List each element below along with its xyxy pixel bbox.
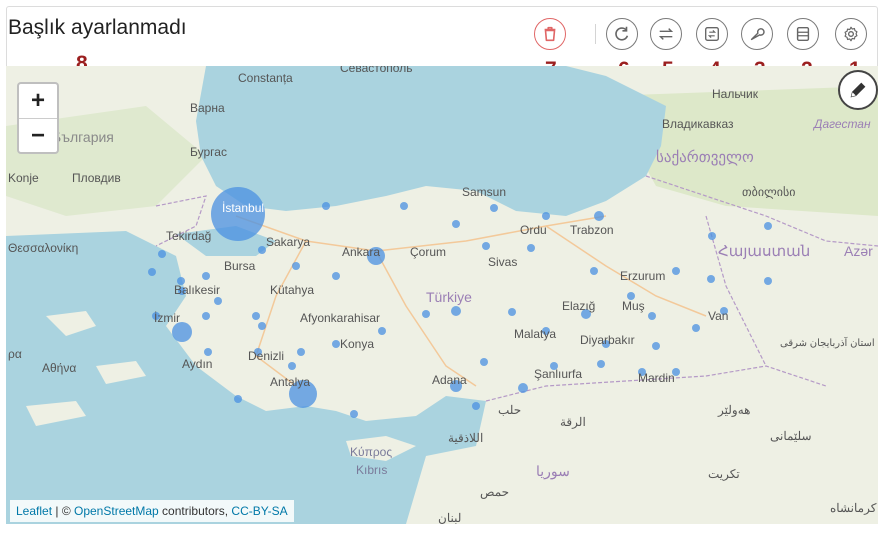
label-antalya: Antalya bbox=[270, 375, 310, 389]
settings-button[interactable] bbox=[835, 18, 867, 50]
zoom-control: + − bbox=[17, 82, 59, 154]
label-turkiye: Türkiye bbox=[426, 289, 472, 305]
label-nalchik: Нальчик bbox=[712, 87, 759, 101]
label-homs: حمص bbox=[480, 485, 509, 499]
list-icon bbox=[796, 26, 810, 42]
label-halab: حلب bbox=[498, 403, 521, 417]
label-diyarbakir: Diyarbakır bbox=[580, 333, 635, 347]
label-denizli: Denizli bbox=[248, 349, 284, 363]
label-istanbul: İstanbul bbox=[222, 201, 264, 215]
label-georgia: საქართველო bbox=[656, 149, 754, 166]
label-raqqa: الرقة bbox=[560, 415, 586, 429]
label-sevastopol: Севастополь bbox=[340, 66, 412, 75]
trash-icon bbox=[544, 26, 556, 42]
label-ankara: Ankara bbox=[342, 245, 380, 259]
list-button[interactable] bbox=[787, 18, 819, 50]
label-mardin: Mardin bbox=[638, 371, 675, 385]
swap-icon bbox=[658, 28, 674, 40]
label-ordu: Ordu bbox=[520, 223, 547, 237]
label-sakarya: Sakarya bbox=[266, 235, 310, 249]
label-erzurum: Erzurum bbox=[620, 269, 665, 283]
wrench-icon bbox=[750, 28, 765, 41]
swap-button[interactable] bbox=[650, 18, 682, 50]
label-varna: Варна bbox=[190, 101, 225, 115]
label-samsun: Samsun bbox=[462, 185, 506, 199]
label-van: Van bbox=[708, 309, 728, 323]
pencil-icon bbox=[850, 82, 866, 98]
label-athina: Αθήνα bbox=[42, 361, 76, 375]
label-izmir: İzmir bbox=[154, 311, 180, 325]
bubble-izmir bbox=[172, 322, 192, 342]
refresh-button[interactable] bbox=[606, 18, 638, 50]
panel-footer bbox=[6, 524, 878, 534]
label-balikesir: Balıkesir bbox=[174, 283, 220, 297]
attribution-contributors: contributors, bbox=[158, 504, 232, 518]
label-corum: Çorum bbox=[410, 245, 446, 259]
label-kutahya: Kütahya bbox=[270, 283, 314, 297]
draw-button[interactable] bbox=[838, 70, 878, 110]
label-hewler: هەولێر bbox=[717, 403, 750, 417]
label-sanliurfa: Şanlıurfa bbox=[534, 367, 582, 381]
label-vladikavkaz: Владикавказ bbox=[662, 117, 734, 131]
label-suriya: سوريا bbox=[536, 463, 570, 480]
repeat-button[interactable] bbox=[696, 18, 728, 50]
label-sivas: Sivas bbox=[488, 255, 517, 269]
label-kermanshah: کرمانشاه bbox=[830, 501, 877, 515]
label-kypros: Κύπρος bbox=[350, 445, 392, 459]
refresh-icon bbox=[615, 26, 629, 41]
label-bulgaria: България bbox=[52, 129, 114, 145]
label-dagestan: Дагестан bbox=[812, 117, 871, 131]
label-konya: Konya bbox=[340, 337, 374, 351]
label-thessaloniki: Θεσσαλονίκη bbox=[8, 241, 78, 255]
label-mus: Muş bbox=[622, 299, 645, 313]
label-azer: Azər bbox=[844, 243, 873, 259]
label-ra: ρα bbox=[8, 347, 22, 361]
label-trabzon: Trabzon bbox=[570, 223, 614, 237]
label-burgas: Бургас bbox=[190, 145, 227, 159]
panel-title: Başlık ayarlanmadı bbox=[8, 16, 187, 39]
delete-button[interactable] bbox=[534, 18, 566, 50]
label-plovdiv: Пловдив bbox=[72, 171, 121, 185]
label-lubnan: لبنان bbox=[438, 511, 461, 524]
label-sulaimani: سلێمانی bbox=[770, 429, 812, 443]
license-link[interactable]: CC-BY-SA bbox=[231, 504, 287, 518]
label-tekirdag: Tekirdağ bbox=[166, 229, 211, 243]
label-adana: Adana bbox=[432, 373, 467, 387]
osm-link[interactable]: OpenStreetMap bbox=[74, 504, 159, 518]
label-afyon: Afyonkarahisar bbox=[300, 311, 380, 325]
attribution-separator: | © bbox=[52, 504, 74, 518]
toolbar-divider bbox=[595, 24, 596, 44]
label-latakia: اللاذقية bbox=[448, 431, 483, 445]
label-armenia: Հայաստան bbox=[718, 243, 810, 260]
map-attribution: Leaflet | © OpenStreetMap contributors, … bbox=[10, 500, 294, 522]
repeat-icon bbox=[705, 27, 719, 41]
leaflet-link[interactable]: Leaflet bbox=[16, 504, 52, 518]
zoom-in-button[interactable]: + bbox=[19, 84, 57, 119]
map-view[interactable]: Constanța Севастополь Варна България Бур… bbox=[6, 66, 878, 524]
gear-icon bbox=[844, 26, 858, 42]
label-konje: Konje bbox=[8, 171, 39, 185]
label-kibris: Kıbrıs bbox=[356, 463, 387, 477]
label-constanta: Constanța bbox=[238, 71, 293, 85]
label-tbilisi: თბილისი bbox=[742, 185, 796, 199]
label-elazig: Elazığ bbox=[562, 299, 595, 313]
label-aydin: Aydın bbox=[182, 357, 212, 371]
label-tikrit: تكريت bbox=[708, 467, 740, 481]
wrench-button[interactable] bbox=[741, 18, 773, 50]
zoom-out-button[interactable]: − bbox=[19, 119, 57, 153]
label-azerbaijan-east: استان آذربایجان شرقی bbox=[780, 336, 875, 349]
label-malatya: Malatya bbox=[514, 327, 556, 341]
map-tiles: Constanța Севастополь Варна България Бур… bbox=[6, 66, 878, 524]
label-bursa: Bursa bbox=[224, 259, 256, 273]
